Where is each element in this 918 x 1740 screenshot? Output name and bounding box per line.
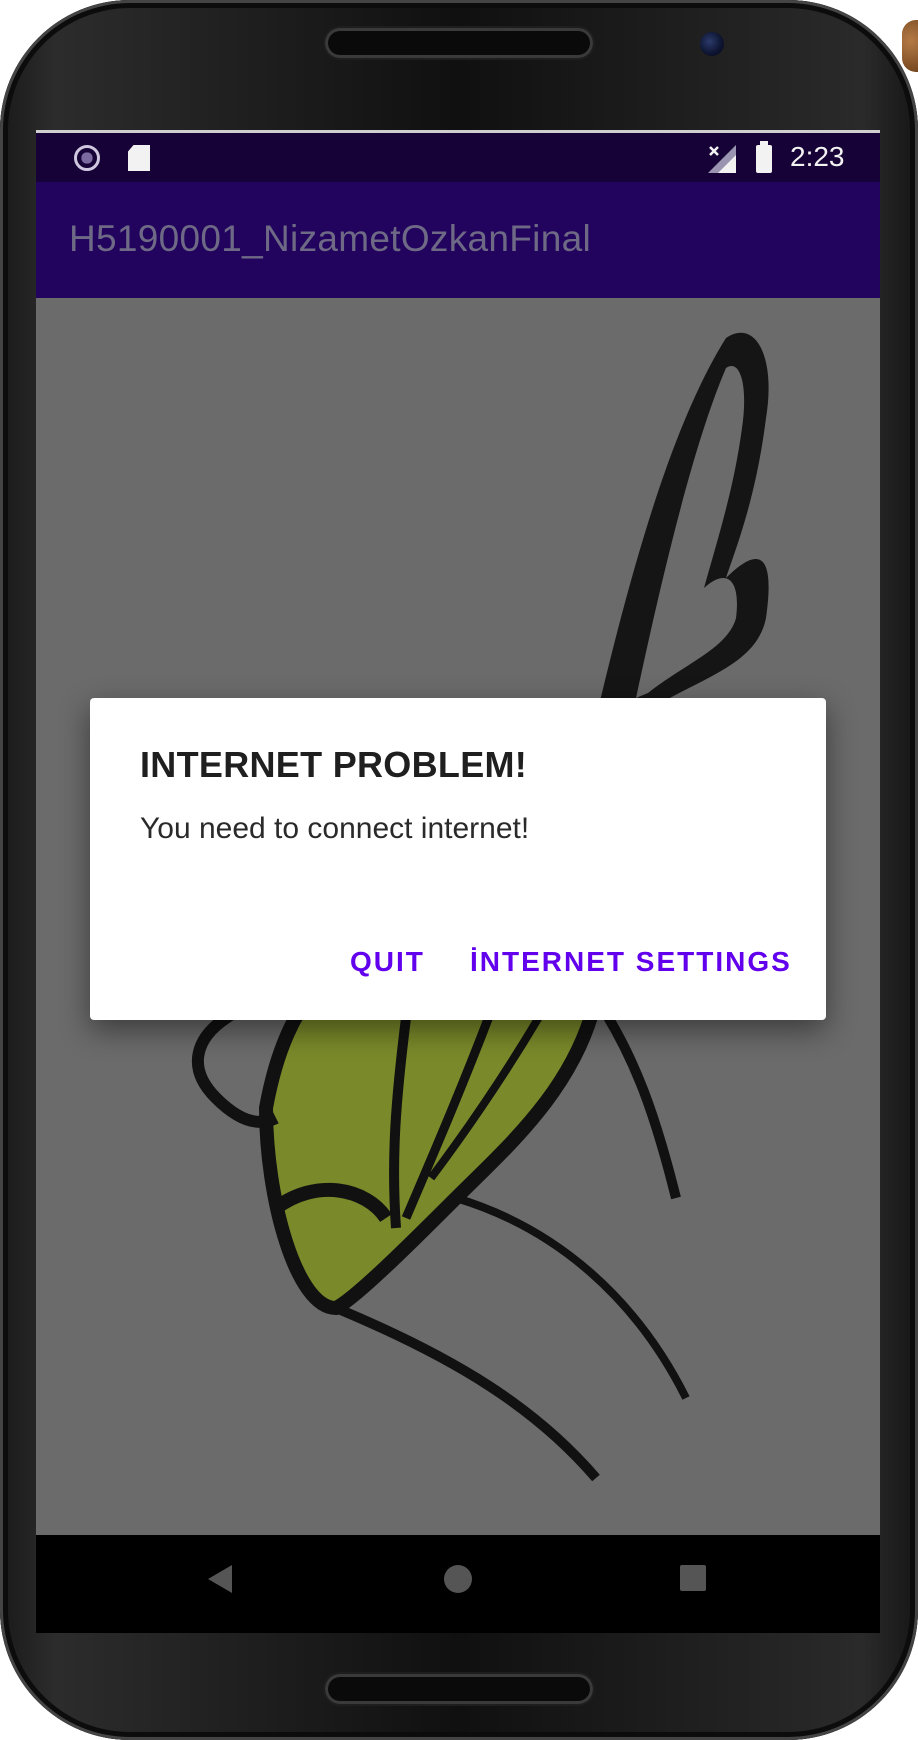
phone-frame: 2:23 H5190001_NizametOzkanFinal INTERNET… <box>0 0 918 1740</box>
clock: 2:23 <box>790 141 845 172</box>
navigation-bar <box>36 1535 880 1633</box>
battery-icon <box>756 141 772 173</box>
home-icon[interactable] <box>444 1565 472 1593</box>
dialog-title: INTERNET PROBLEM! <box>140 744 528 785</box>
sd-card-icon <box>128 145 150 171</box>
sync-icon <box>74 145 100 171</box>
back-icon[interactable] <box>208 1565 232 1593</box>
recents-icon[interactable] <box>680 1565 706 1591</box>
quit-button[interactable]: QUIT <box>350 946 425 978</box>
internet-settings-button[interactable]: İNTERNET SETTINGS <box>470 946 792 978</box>
app-title: H5190001_NizametOzkanFinal <box>69 218 591 259</box>
alert-dialog: INTERNET PROBLEM! You need to connect in… <box>90 698 826 1020</box>
no-signal-icon <box>708 145 736 173</box>
status-bar: 2:23 <box>36 130 880 182</box>
app-bar: H5190001_NizametOzkanFinal <box>36 182 880 298</box>
bottom-speaker <box>325 1674 593 1704</box>
dialog-message: You need to connect internet! <box>140 812 530 845</box>
side-button <box>902 20 918 72</box>
front-camera <box>700 32 724 56</box>
top-speaker <box>325 28 593 58</box>
